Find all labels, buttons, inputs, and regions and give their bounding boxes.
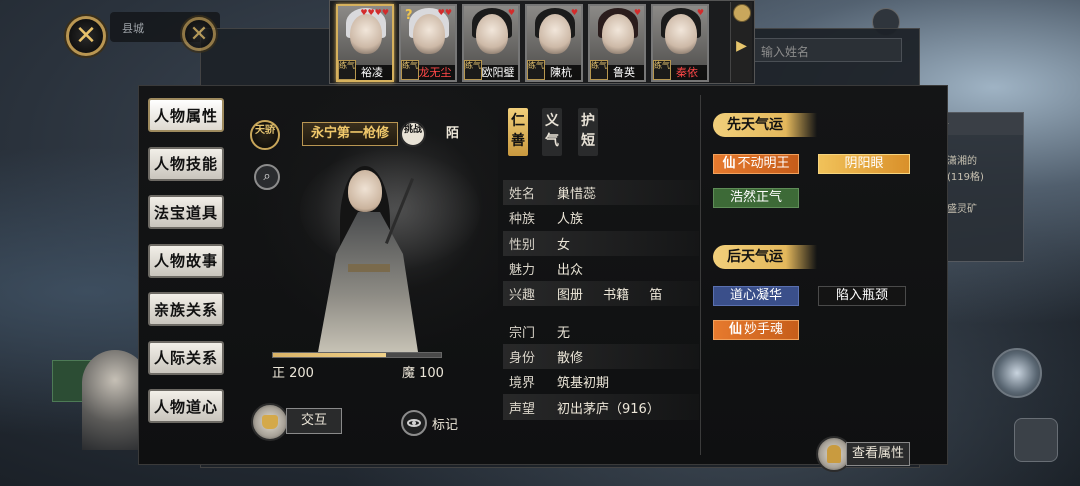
luck-tag-righteous-qi[interactable]: 浩然正气 bbox=[713, 188, 799, 208]
interact-hand-icon[interactable] bbox=[251, 403, 289, 441]
tab-benevolence[interactable]: 仁 善 bbox=[508, 108, 528, 156]
strip-scroll[interactable]: ▶ bbox=[730, 2, 752, 82]
tab-righteousness[interactable]: 义 气 bbox=[542, 108, 562, 156]
info-row-identity: 身份 散修 bbox=[503, 343, 699, 370]
detail-nav: 人物属性 人物技能 法宝道具 人物故事 亲族关系 人际关系 人物道心 bbox=[148, 98, 226, 438]
interest-item: 图册 bbox=[557, 288, 584, 304]
name-search-input[interactable]: 输入姓名 bbox=[752, 38, 902, 62]
tab-label: 护 短 bbox=[581, 113, 595, 149]
scroll-right-icon[interactable]: ▶ bbox=[731, 38, 752, 54]
info-row-name: 姓名 巢惜蕊 bbox=[503, 180, 699, 206]
relation-label: 陌 bbox=[446, 126, 460, 141]
character-card[interactable]: ♥♥♥♥ 裕凌 练气 bbox=[336, 4, 394, 82]
rank-badge: 天骄 bbox=[250, 120, 280, 150]
info-row-charm: 魅力 出众 bbox=[509, 263, 584, 279]
question-icon: ? bbox=[405, 8, 413, 23]
heart-icon: ♥♥ bbox=[437, 8, 452, 17]
taiji-orb-icon[interactable] bbox=[992, 348, 1042, 398]
bag-icon[interactable] bbox=[1014, 418, 1058, 462]
nav-skills[interactable]: 人物技能 bbox=[148, 146, 224, 181]
acquired-luck-header: 后天气运 bbox=[713, 245, 817, 269]
righteous-value: 正 200 bbox=[272, 366, 314, 381]
realm-badge: 练气 bbox=[527, 60, 545, 80]
nav-relationships[interactable]: 人际关系 bbox=[148, 340, 224, 375]
nav-story[interactable]: 人物故事 bbox=[148, 243, 224, 278]
demonic-value: 魔 100 bbox=[402, 366, 444, 381]
realm-badge: 练气 bbox=[401, 60, 419, 80]
heart-icon: ♥ bbox=[507, 8, 515, 17]
interest-item: 书籍 bbox=[603, 288, 630, 304]
interact-button[interactable]: 交互 bbox=[286, 408, 342, 434]
heart-icon: ♥ bbox=[570, 8, 578, 17]
challenge-button[interactable]: 挑战 bbox=[400, 121, 426, 147]
close-detail-button[interactable]: ✕ bbox=[66, 16, 106, 56]
character-card[interactable]: ♥ 陳杭 练气 bbox=[525, 4, 583, 82]
character-card[interactable]: ♥ 欧阳璧 练气 bbox=[462, 4, 520, 82]
innate-luck-header: 先天气运 bbox=[713, 113, 817, 137]
filter-avatar-icon[interactable] bbox=[732, 4, 751, 22]
character-title: 永宁第一枪修 bbox=[302, 122, 398, 146]
info-row-realm: 境界 筑基初期 bbox=[509, 376, 610, 392]
info-row-interests: 兴趣 图册 书籍 笛 bbox=[503, 281, 699, 307]
character-card[interactable]: ♥ 秦依 练气 bbox=[651, 4, 709, 82]
heart-icon: ♥ bbox=[696, 8, 704, 17]
tab-protective[interactable]: 护 短 bbox=[578, 108, 598, 156]
nav-treasures[interactable]: 法宝道具 bbox=[148, 195, 224, 229]
realm-badge: 练气 bbox=[464, 60, 482, 80]
nav-family[interactable]: 亲族关系 bbox=[148, 292, 224, 326]
luck-tag-dao-heart[interactable]: 道心凝华 bbox=[713, 286, 799, 306]
close-icon: ✕ bbox=[189, 21, 209, 47]
nav-attributes[interactable]: 人物属性 bbox=[148, 98, 224, 132]
realm-badge: 练气 bbox=[653, 60, 671, 80]
tab-label: 义 气 bbox=[545, 113, 559, 149]
character-card[interactable]: ♥ 鲁英 练气 bbox=[588, 4, 646, 82]
character-card[interactable]: ♥♥? 龙无尘 练气 bbox=[399, 4, 457, 82]
alignment-bar bbox=[272, 352, 442, 358]
realm-badge: 练气 bbox=[590, 60, 608, 80]
panel-divider bbox=[700, 95, 701, 455]
mark-button[interactable]: 标记 bbox=[432, 414, 458, 433]
heart-icon: ♥♥♥♥ bbox=[360, 8, 389, 17]
realm-badge: 练气 bbox=[338, 60, 356, 80]
interest-item: 笛 bbox=[649, 288, 663, 304]
info-row-race: 种族 人族 bbox=[509, 212, 584, 228]
character-strip: ♥♥♥♥ 裕凌 练气 ♥♥? 龙无尘 练气 ♥ 欧阳璧 练气 ♥ 陳杭 练气 ♥ 鲁英 练气 ♥ 秦依 练气 bbox=[329, 0, 755, 84]
info-row-reputation: 声望 初出茅庐（916） bbox=[503, 394, 699, 420]
luck-tag-yin-yang-eyes[interactable]: 阴阳眼 bbox=[818, 154, 910, 174]
luck-tag-skillful-soul[interactable]: 仙妙手魂 bbox=[713, 320, 799, 340]
info-row-gender: 性别 女 bbox=[503, 230, 699, 256]
character-portrait bbox=[310, 166, 440, 356]
character-info-table: 姓名 巢惜蕊 种族 人族 性别 女 魅力 出众 兴趣 图册 书籍 笛 宗门 无 … bbox=[503, 180, 699, 420]
nav-dao-heart[interactable]: 人物道心 bbox=[148, 389, 224, 423]
luck-tag-bottleneck[interactable]: 陷入瓶颈 bbox=[818, 286, 906, 306]
search-icon[interactable]: ⌕ bbox=[254, 164, 280, 190]
alignment-bar-fill bbox=[273, 353, 386, 357]
close-list-button[interactable]: ✕ bbox=[182, 17, 216, 51]
info-row-sect: 宗门 无 bbox=[509, 325, 571, 341]
luck-tag-unmoving-king[interactable]: 仙不动明王 bbox=[713, 154, 799, 174]
tab-label: 仁 善 bbox=[511, 113, 525, 149]
heart-icon: ♥ bbox=[633, 8, 641, 17]
view-attributes-button[interactable]: 查看属性 bbox=[846, 442, 910, 466]
close-icon: ✕ bbox=[75, 21, 97, 51]
eye-icon[interactable] bbox=[401, 410, 427, 436]
